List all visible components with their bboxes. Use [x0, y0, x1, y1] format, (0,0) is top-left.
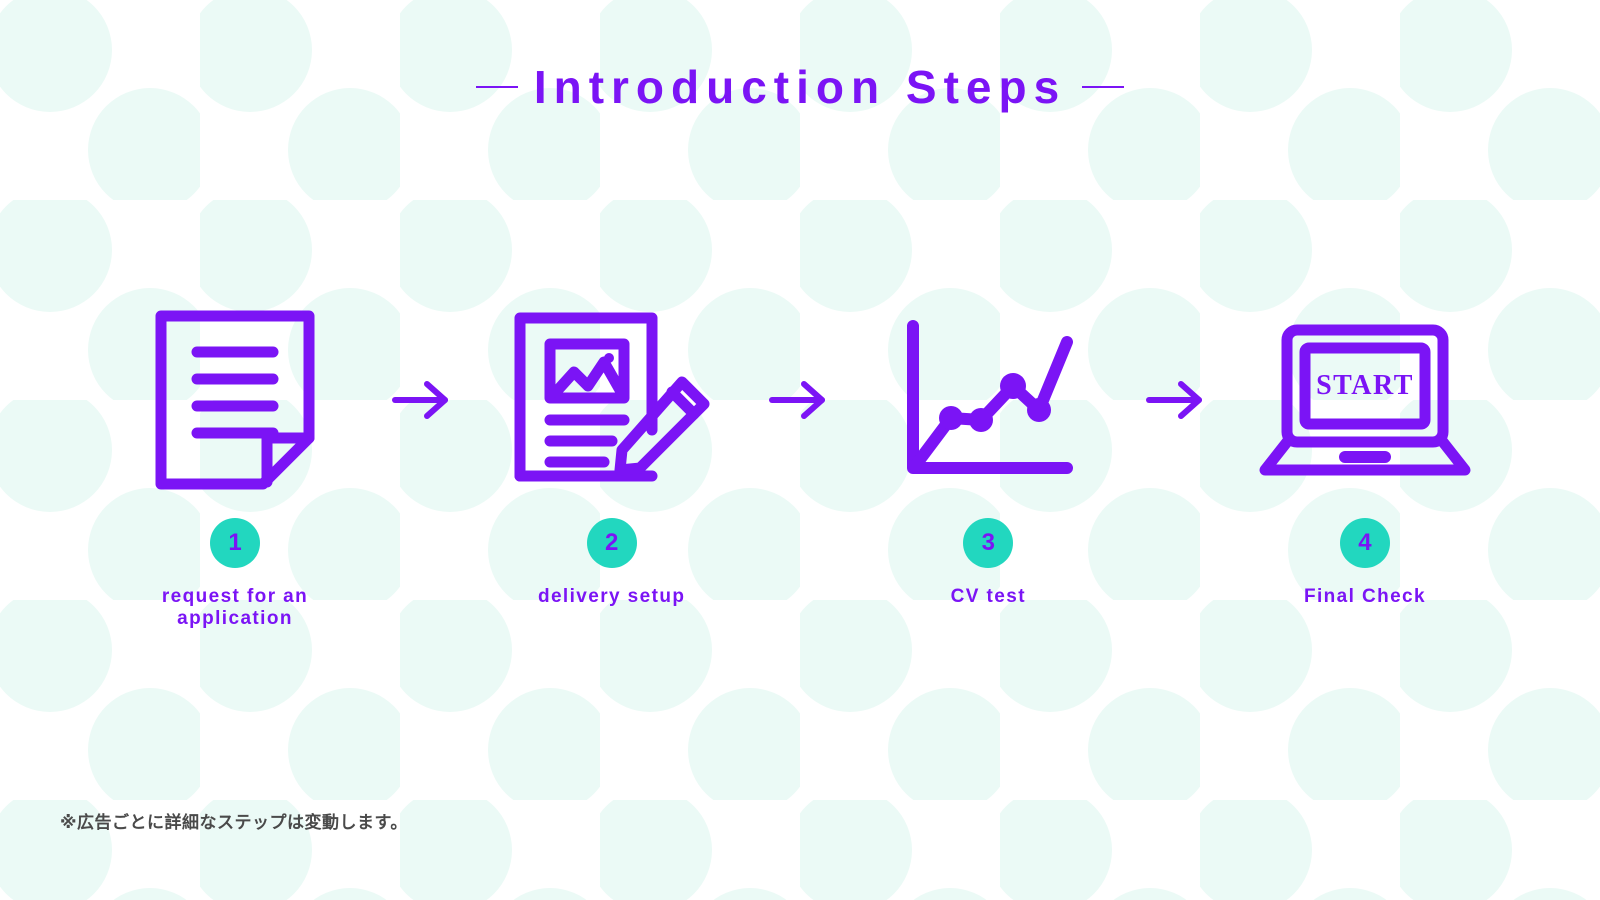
arrow-right-icon — [392, 381, 449, 419]
step-3-label: CV test — [950, 586, 1026, 607]
footnote-text: ※広告ごとに詳細なステップは変動します。 — [60, 813, 408, 832]
page-title: Introduction Steps — [533, 61, 1067, 113]
step-3-icon-wrap — [873, 300, 1103, 500]
step-1: 1 request for an application — [120, 300, 350, 630]
step-3-number-badge: 3 — [963, 518, 1014, 568]
arrow-1-cell — [378, 300, 468, 500]
steps-row: 1 request for an application 2 delivery … — [120, 300, 1480, 630]
document-image-pencil-icon — [514, 312, 710, 482]
step-4-icon-wrap: START — [1250, 300, 1480, 500]
step-2-number-badge: 2 — [586, 518, 637, 568]
line-chart-icon — [907, 320, 1074, 474]
arrow-right-icon — [1145, 381, 1202, 419]
laptop-screen-text: START — [1316, 370, 1414, 401]
title-rule-left — [475, 86, 518, 89]
arrow-3-cell — [1132, 300, 1222, 500]
laptop-start-icon: START — [1259, 324, 1471, 476]
title-rule-right — [1082, 86, 1125, 89]
step-1-icon-wrap — [120, 300, 350, 500]
arrow-2-cell — [755, 300, 845, 500]
step-1-number-badge: 1 — [210, 518, 260, 568]
step-1-label: request for an application — [161, 586, 309, 629]
step-4-label: Final Check — [1303, 586, 1426, 607]
document-lines-icon — [155, 310, 315, 490]
step-2-label: delivery setup — [537, 586, 686, 607]
step-3: 3 CV test — [873, 300, 1103, 608]
step-2: 2 delivery setup — [497, 300, 727, 608]
arrow-right-icon — [768, 381, 825, 419]
step-2-icon-wrap — [497, 300, 727, 500]
step-4-number-badge: 4 — [1339, 518, 1390, 568]
page-title-block: Introduction Steps — [0, 62, 1600, 113]
step-4: START 4 Final Check — [1250, 300, 1480, 608]
